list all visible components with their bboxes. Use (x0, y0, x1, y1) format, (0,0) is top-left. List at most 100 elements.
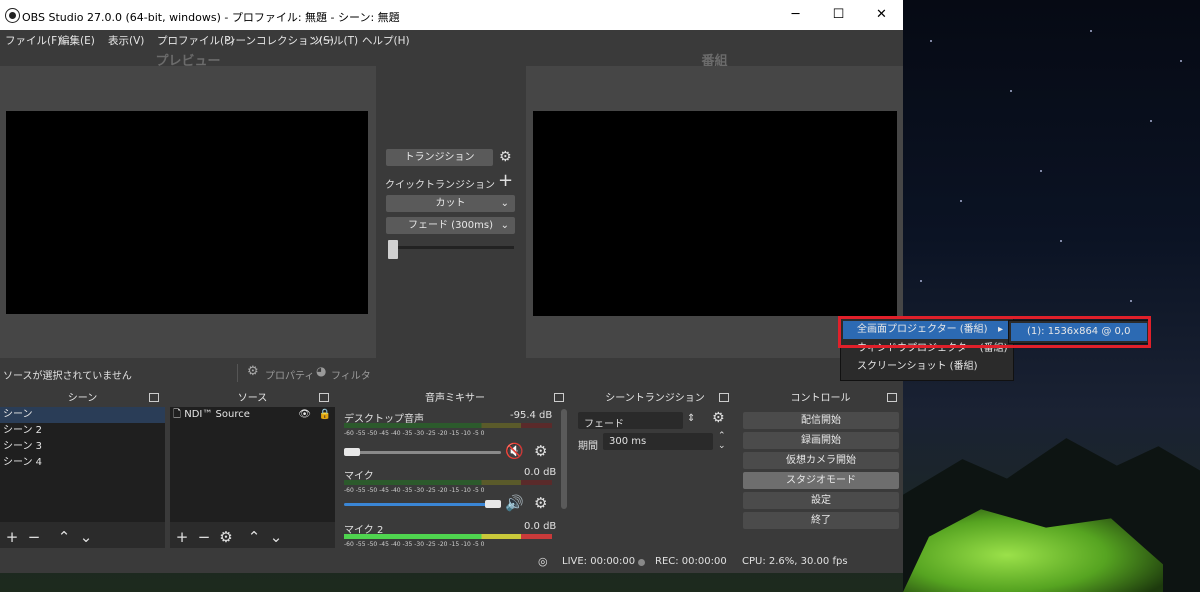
program-canvas[interactable] (533, 111, 897, 316)
quick-transitions-label: クイックトランジション (385, 180, 495, 191)
status-bar: ◎ LIVE: 00:00:00 REC: 00:00:00 CPU: 2.6%… (0, 550, 903, 573)
scene-item[interactable]: シーン (0, 407, 165, 423)
source-toolbar: ソースが選択されていません ⚙ プロパティ ◕ フィルタ (0, 362, 376, 384)
file-icon: 🗋 (173, 409, 182, 420)
channel-settings-gear-icon[interactable]: ⚙ (534, 494, 547, 512)
tbar-track[interactable] (389, 246, 514, 249)
undock-icon[interactable] (719, 393, 729, 402)
menu-help[interactable]: ヘルプ(H) (362, 33, 410, 48)
menu-profile[interactable]: プロファイル(P) (157, 33, 235, 48)
program-pane (526, 66, 903, 358)
remove-scene-minus-icon[interactable]: − (23, 528, 45, 546)
highlight-box (838, 316, 1151, 348)
volume-meter (344, 534, 552, 539)
scenes-list: シーン シーン 2 シーン 3 シーン 4 (0, 407, 165, 522)
undock-icon[interactable] (319, 393, 329, 402)
sources-dock: ソース 🗋 NDI™ Source 👁 🔒 + − ⚙ ⌃ ⌄ (170, 390, 335, 548)
mixer-scrollbar[interactable] (561, 409, 567, 509)
cut-label: カット (435, 198, 466, 209)
exit-button[interactable]: 終了 (743, 512, 899, 529)
menu-tools[interactable]: ツール(T) (312, 33, 358, 48)
spin-down-icon[interactable]: ⌄ (718, 441, 726, 451)
scene-item[interactable]: シーン 4 (0, 455, 165, 471)
channel-settings-gear-icon[interactable]: ⚙ (534, 442, 547, 460)
duration-label: 期間 (578, 441, 598, 452)
scene-item[interactable]: シーン 3 (0, 439, 165, 455)
undock-icon[interactable] (149, 393, 159, 402)
cpu-fps: CPU: 2.6%, 30.00 fps (742, 556, 848, 567)
visibility-eye-icon[interactable]: 👁 (298, 407, 311, 423)
source-item[interactable]: 🗋 NDI™ Source 👁 🔒 (170, 407, 335, 423)
cut-button[interactable]: カット ⌄ (386, 195, 515, 212)
no-source-selected-label: ソースが選択されていません (3, 371, 132, 382)
rec-timer: REC: 00:00:00 (655, 556, 727, 567)
move-up-icon[interactable]: ⌃ (53, 528, 75, 546)
transition-select-value: フェード (584, 419, 624, 430)
title-bar: OBS Studio 27.0.0 (64-bit, windows) - プロ… (0, 0, 903, 30)
screenshot-item[interactable]: スクリーンショット (番組) (843, 358, 1011, 376)
live-broadcast-icon: ◎ (538, 555, 548, 568)
close-button[interactable]: ✕ (859, 0, 904, 30)
scenes-header: シーン (0, 390, 165, 407)
start-virtual-camera-button[interactable]: 仮想カメラ開始 (743, 452, 899, 469)
audio-mixer-dock: 音声ミキサー デスクトップ音声 -95.4 dB -60 -55 -50 -45… (340, 390, 570, 548)
source-settings-gear-icon[interactable]: ⚙ (215, 528, 237, 546)
preview-canvas[interactable] (6, 111, 368, 314)
undock-icon[interactable] (887, 393, 897, 402)
volume-slider-knob[interactable] (344, 448, 360, 456)
transition-button[interactable]: トランジション (386, 149, 493, 166)
properties-button[interactable]: プロパティ (265, 367, 314, 382)
volume-meter (344, 480, 552, 485)
move-down-icon[interactable]: ⌄ (265, 528, 287, 546)
add-scene-plus-icon[interactable]: + (1, 528, 23, 546)
transition-settings-gear-icon[interactable]: ⚙ (499, 149, 512, 165)
menu-view[interactable]: 表示(V) (108, 33, 144, 48)
fade-label: フェード (300ms) (407, 220, 494, 231)
properties-gear-icon: ⚙ (247, 364, 259, 379)
maximize-button[interactable]: ☐ (816, 0, 861, 30)
lock-icon[interactable]: 🔒 (319, 407, 331, 423)
spin-updown-icon[interactable]: ⇕ (687, 413, 695, 424)
volume-slider-knob[interactable] (485, 500, 501, 508)
chevron-down-icon: ⌄ (500, 220, 509, 231)
move-down-icon[interactable]: ⌄ (75, 528, 97, 546)
channel-level: 0.0 dB (524, 521, 557, 532)
move-up-icon[interactable]: ⌃ (243, 528, 265, 546)
sources-header: ソース (170, 390, 335, 407)
chevron-down-icon: ⌄ (500, 198, 509, 209)
transition-properties-gear-icon[interactable]: ⚙ (712, 410, 725, 426)
meter-ticks: -60 -55 -50 -45 -40 -35 -30 -25 -20 -15 … (344, 487, 485, 494)
transition-select[interactable]: フェード (578, 412, 683, 430)
settings-button[interactable]: 設定 (743, 492, 899, 509)
add-source-plus-icon[interactable]: + (171, 528, 193, 546)
live-timer: LIVE: 00:00:00 (562, 556, 636, 567)
minimize-button[interactable]: ─ (773, 0, 818, 30)
sources-list: 🗋 NDI™ Source 👁 🔒 (170, 407, 335, 522)
filters-button[interactable]: フィルタ (331, 367, 371, 382)
fade-button[interactable]: フェード (300ms) ⌄ (386, 217, 515, 234)
start-recording-button[interactable]: 録画開始 (743, 432, 899, 449)
menu-bar: ファイル(F) 編集(E) 表示(V) プロファイル(P) シーンコレクション(… (0, 30, 903, 50)
source-name: NDI™ Source (184, 409, 250, 420)
scene-item[interactable]: シーン 2 (0, 423, 165, 439)
speaker-icon[interactable]: 🔊 (505, 494, 524, 512)
menu-edit[interactable]: 編集(E) (59, 33, 95, 48)
volume-slider[interactable] (344, 503, 501, 506)
spin-up-icon[interactable]: ⌃ (718, 431, 726, 441)
menu-file[interactable]: ファイル(F) (5, 33, 61, 48)
muted-speaker-icon[interactable]: 🔇 (505, 442, 524, 460)
rec-dot-icon (638, 559, 645, 566)
scene-transitions-dock: シーントランジション フェード ⇕ ⚙ 期間 300 ms ⌃ ⌄ (575, 390, 735, 548)
undock-icon[interactable] (554, 393, 564, 402)
tbar-handle[interactable] (388, 240, 398, 259)
start-streaming-button[interactable]: 配信開始 (743, 412, 899, 429)
meter-ticks: -60 -55 -50 -45 -40 -35 -30 -25 -20 -15 … (344, 430, 485, 437)
program-title: 番組 (526, 50, 903, 69)
remove-source-minus-icon[interactable]: − (193, 528, 215, 546)
studio-mode-button[interactable]: スタジオモード (743, 472, 899, 489)
duration-spinbox[interactable]: 300 ms (603, 433, 713, 450)
sources-toolbar: + − ⚙ ⌃ ⌄ (171, 528, 287, 546)
add-quick-transition-plus-icon[interactable]: + (498, 170, 513, 191)
volume-slider[interactable] (344, 451, 501, 454)
preview-pane (0, 66, 376, 358)
